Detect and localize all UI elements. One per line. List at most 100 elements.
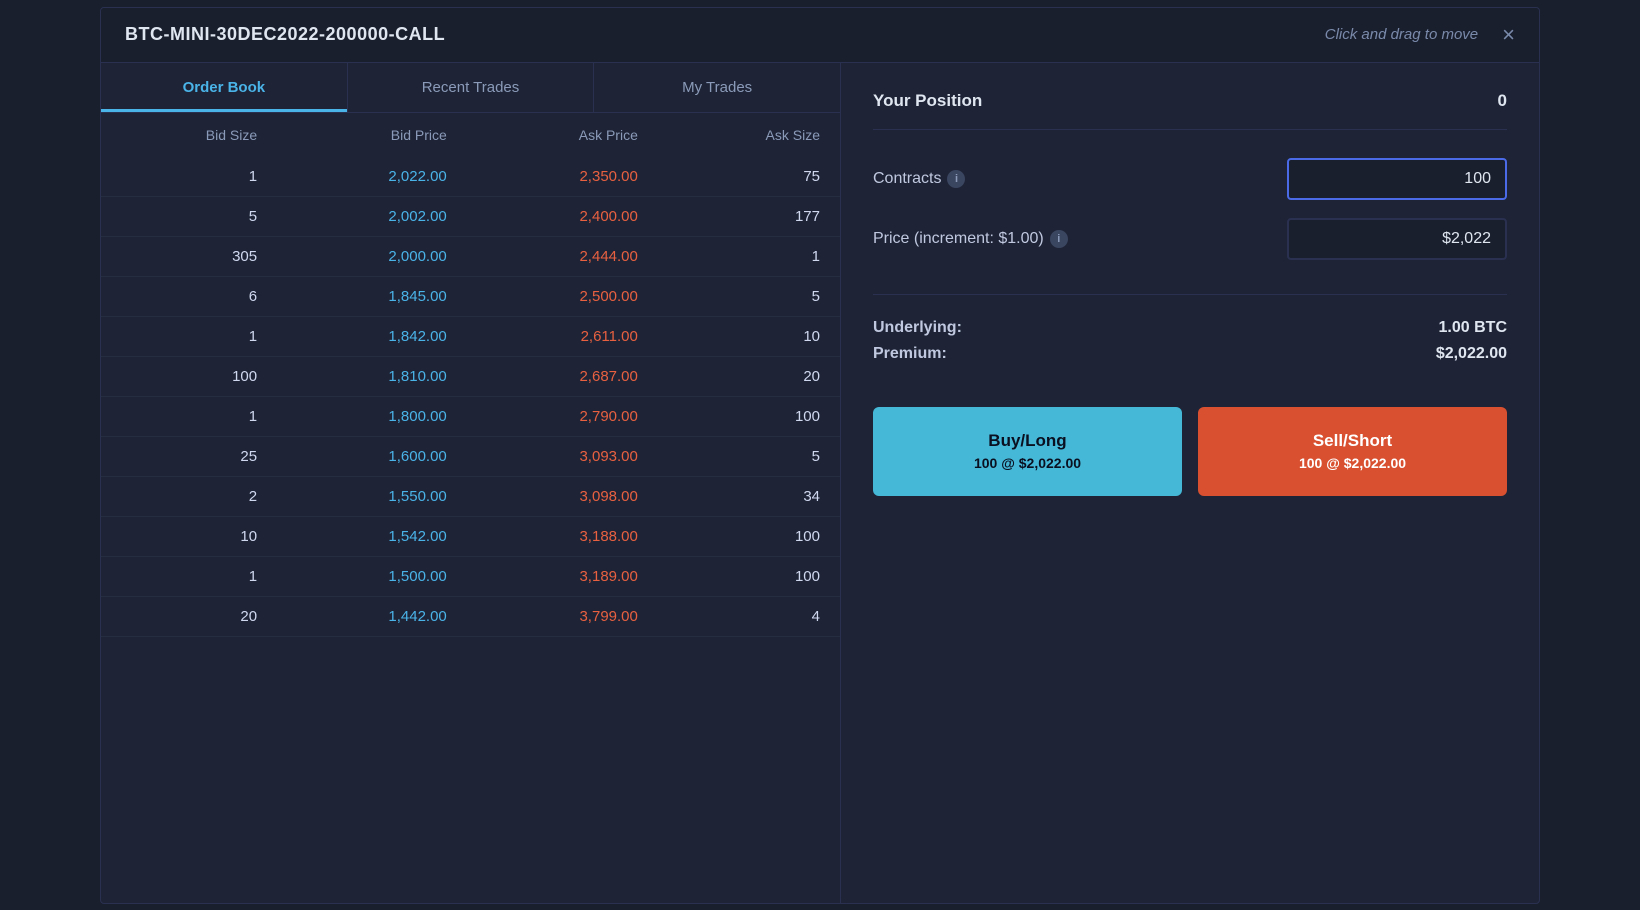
position-value: 0 (1498, 91, 1507, 111)
ask-price[interactable]: 2,400.00 (467, 196, 658, 236)
table-row[interactable]: 100 1,810.00 2,687.00 20 (101, 356, 840, 396)
sell-button-sub-label: 100 @ $2,022.00 (1214, 454, 1491, 474)
ask-size: 100 (658, 396, 840, 436)
bid-size: 20 (101, 596, 277, 636)
bid-price[interactable]: 1,842.00 (277, 316, 467, 356)
bid-size: 5 (101, 196, 277, 236)
right-panel: Your Position 0 Contracts i Price (incre… (841, 63, 1539, 903)
ask-price[interactable]: 3,098.00 (467, 476, 658, 516)
ask-size: 1 (658, 236, 840, 276)
contracts-row: Contracts i (873, 158, 1507, 200)
bid-size: 25 (101, 436, 277, 476)
price-row: Price (increment: $1.00) i (873, 218, 1507, 260)
table-row[interactable]: 10 1,542.00 3,188.00 100 (101, 516, 840, 556)
bid-price[interactable]: 2,000.00 (277, 236, 467, 276)
bid-price[interactable]: 1,500.00 (277, 556, 467, 596)
ask-price[interactable]: 3,189.00 (467, 556, 658, 596)
ask-size: 100 (658, 556, 840, 596)
info-rows: Underlying: 1.00 BTC Premium: $2,022.00 (873, 319, 1507, 371)
ask-size: 100 (658, 516, 840, 556)
bid-price[interactable]: 1,442.00 (277, 596, 467, 636)
header: BTC-MINI-30DEC2022-200000-CALL Click and… (101, 8, 1539, 63)
price-info-icon[interactable]: i (1050, 230, 1068, 248)
bid-price[interactable]: 1,600.00 (277, 436, 467, 476)
drag-hint: Click and drag to move (1325, 26, 1478, 43)
table-row[interactable]: 305 2,000.00 2,444.00 1 (101, 236, 840, 276)
tabs: Order Book Recent Trades My Trades (101, 63, 840, 113)
table-row[interactable]: 6 1,845.00 2,500.00 5 (101, 276, 840, 316)
bid-size: 2 (101, 476, 277, 516)
order-book-table: Bid Size Bid Price Ask Price Ask Size 1 … (101, 113, 840, 903)
col-ask-price: Ask Price (467, 113, 658, 157)
table-row[interactable]: 25 1,600.00 3,093.00 5 (101, 436, 840, 476)
buy-button-sub-label: 100 @ $2,022.00 (889, 454, 1166, 474)
underlying-value: 1.00 BTC (1439, 319, 1507, 337)
buy-long-button[interactable]: Buy/Long 100 @ $2,022.00 (873, 407, 1182, 496)
ask-price[interactable]: 2,611.00 (467, 316, 658, 356)
ask-size: 5 (658, 436, 840, 476)
ask-price[interactable]: 2,790.00 (467, 396, 658, 436)
bid-price[interactable]: 1,845.00 (277, 276, 467, 316)
ask-price[interactable]: 2,500.00 (467, 276, 658, 316)
action-buttons: Buy/Long 100 @ $2,022.00 Sell/Short 100 … (873, 407, 1507, 496)
price-input[interactable] (1287, 218, 1507, 260)
ask-size: 177 (658, 196, 840, 236)
price-label: Price (increment: $1.00) i (873, 230, 1068, 248)
ask-size: 10 (658, 316, 840, 356)
contracts-info-icon[interactable]: i (947, 170, 965, 188)
bid-price[interactable]: 1,810.00 (277, 356, 467, 396)
bid-size: 1 (101, 316, 277, 356)
ask-price[interactable]: 3,799.00 (467, 596, 658, 636)
bid-price[interactable]: 1,800.00 (277, 396, 467, 436)
underlying-label: Underlying: (873, 319, 962, 337)
ask-price[interactable]: 3,093.00 (467, 436, 658, 476)
ask-size: 4 (658, 596, 840, 636)
col-bid-size: Bid Size (101, 113, 277, 157)
ask-size: 75 (658, 157, 840, 197)
underlying-row: Underlying: 1.00 BTC (873, 319, 1507, 337)
ask-price[interactable]: 2,687.00 (467, 356, 658, 396)
divider-2 (873, 294, 1507, 295)
bid-price[interactable]: 2,002.00 (277, 196, 467, 236)
premium-value: $2,022.00 (1436, 345, 1507, 363)
ask-price[interactable]: 2,350.00 (467, 157, 658, 197)
main-content: Order Book Recent Trades My Trades Bid S… (101, 63, 1539, 903)
tab-order-book[interactable]: Order Book (101, 63, 348, 112)
col-bid-price: Bid Price (277, 113, 467, 157)
position-label: Your Position (873, 91, 982, 111)
tab-recent-trades[interactable]: Recent Trades (348, 63, 595, 112)
bid-size: 1 (101, 556, 277, 596)
sell-button-main-label: Sell/Short (1214, 429, 1491, 453)
bid-price[interactable]: 1,550.00 (277, 476, 467, 516)
ask-size: 34 (658, 476, 840, 516)
table-row[interactable]: 1 1,800.00 2,790.00 100 (101, 396, 840, 436)
table-row[interactable]: 1 1,842.00 2,611.00 10 (101, 316, 840, 356)
ask-price[interactable]: 2,444.00 (467, 236, 658, 276)
ask-price[interactable]: 3,188.00 (467, 516, 658, 556)
bid-size: 1 (101, 157, 277, 197)
ask-size: 5 (658, 276, 840, 316)
table-row[interactable]: 2 1,550.00 3,098.00 34 (101, 476, 840, 516)
table-row[interactable]: 1 1,500.00 3,189.00 100 (101, 556, 840, 596)
contracts-input[interactable] (1287, 158, 1507, 200)
table-row[interactable]: 20 1,442.00 3,799.00 4 (101, 596, 840, 636)
table-row[interactable]: 5 2,002.00 2,400.00 177 (101, 196, 840, 236)
instrument-title: BTC-MINI-30DEC2022-200000-CALL (125, 24, 445, 45)
premium-label: Premium: (873, 345, 947, 363)
col-ask-size: Ask Size (658, 113, 840, 157)
contracts-label: Contracts i (873, 170, 965, 188)
bid-price[interactable]: 2,022.00 (277, 157, 467, 197)
buy-button-main-label: Buy/Long (889, 429, 1166, 453)
trading-widget: BTC-MINI-30DEC2022-200000-CALL Click and… (100, 7, 1540, 904)
ask-size: 20 (658, 356, 840, 396)
sell-short-button[interactable]: Sell/Short 100 @ $2,022.00 (1198, 407, 1507, 496)
tab-my-trades[interactable]: My Trades (594, 63, 840, 112)
bid-price[interactable]: 1,542.00 (277, 516, 467, 556)
header-right: Click and drag to move × (1325, 24, 1515, 46)
bid-size: 6 (101, 276, 277, 316)
close-button[interactable]: × (1502, 24, 1515, 46)
bid-size: 10 (101, 516, 277, 556)
left-panel: Order Book Recent Trades My Trades Bid S… (101, 63, 841, 903)
bid-size: 100 (101, 356, 277, 396)
table-row[interactable]: 1 2,022.00 2,350.00 75 (101, 157, 840, 197)
